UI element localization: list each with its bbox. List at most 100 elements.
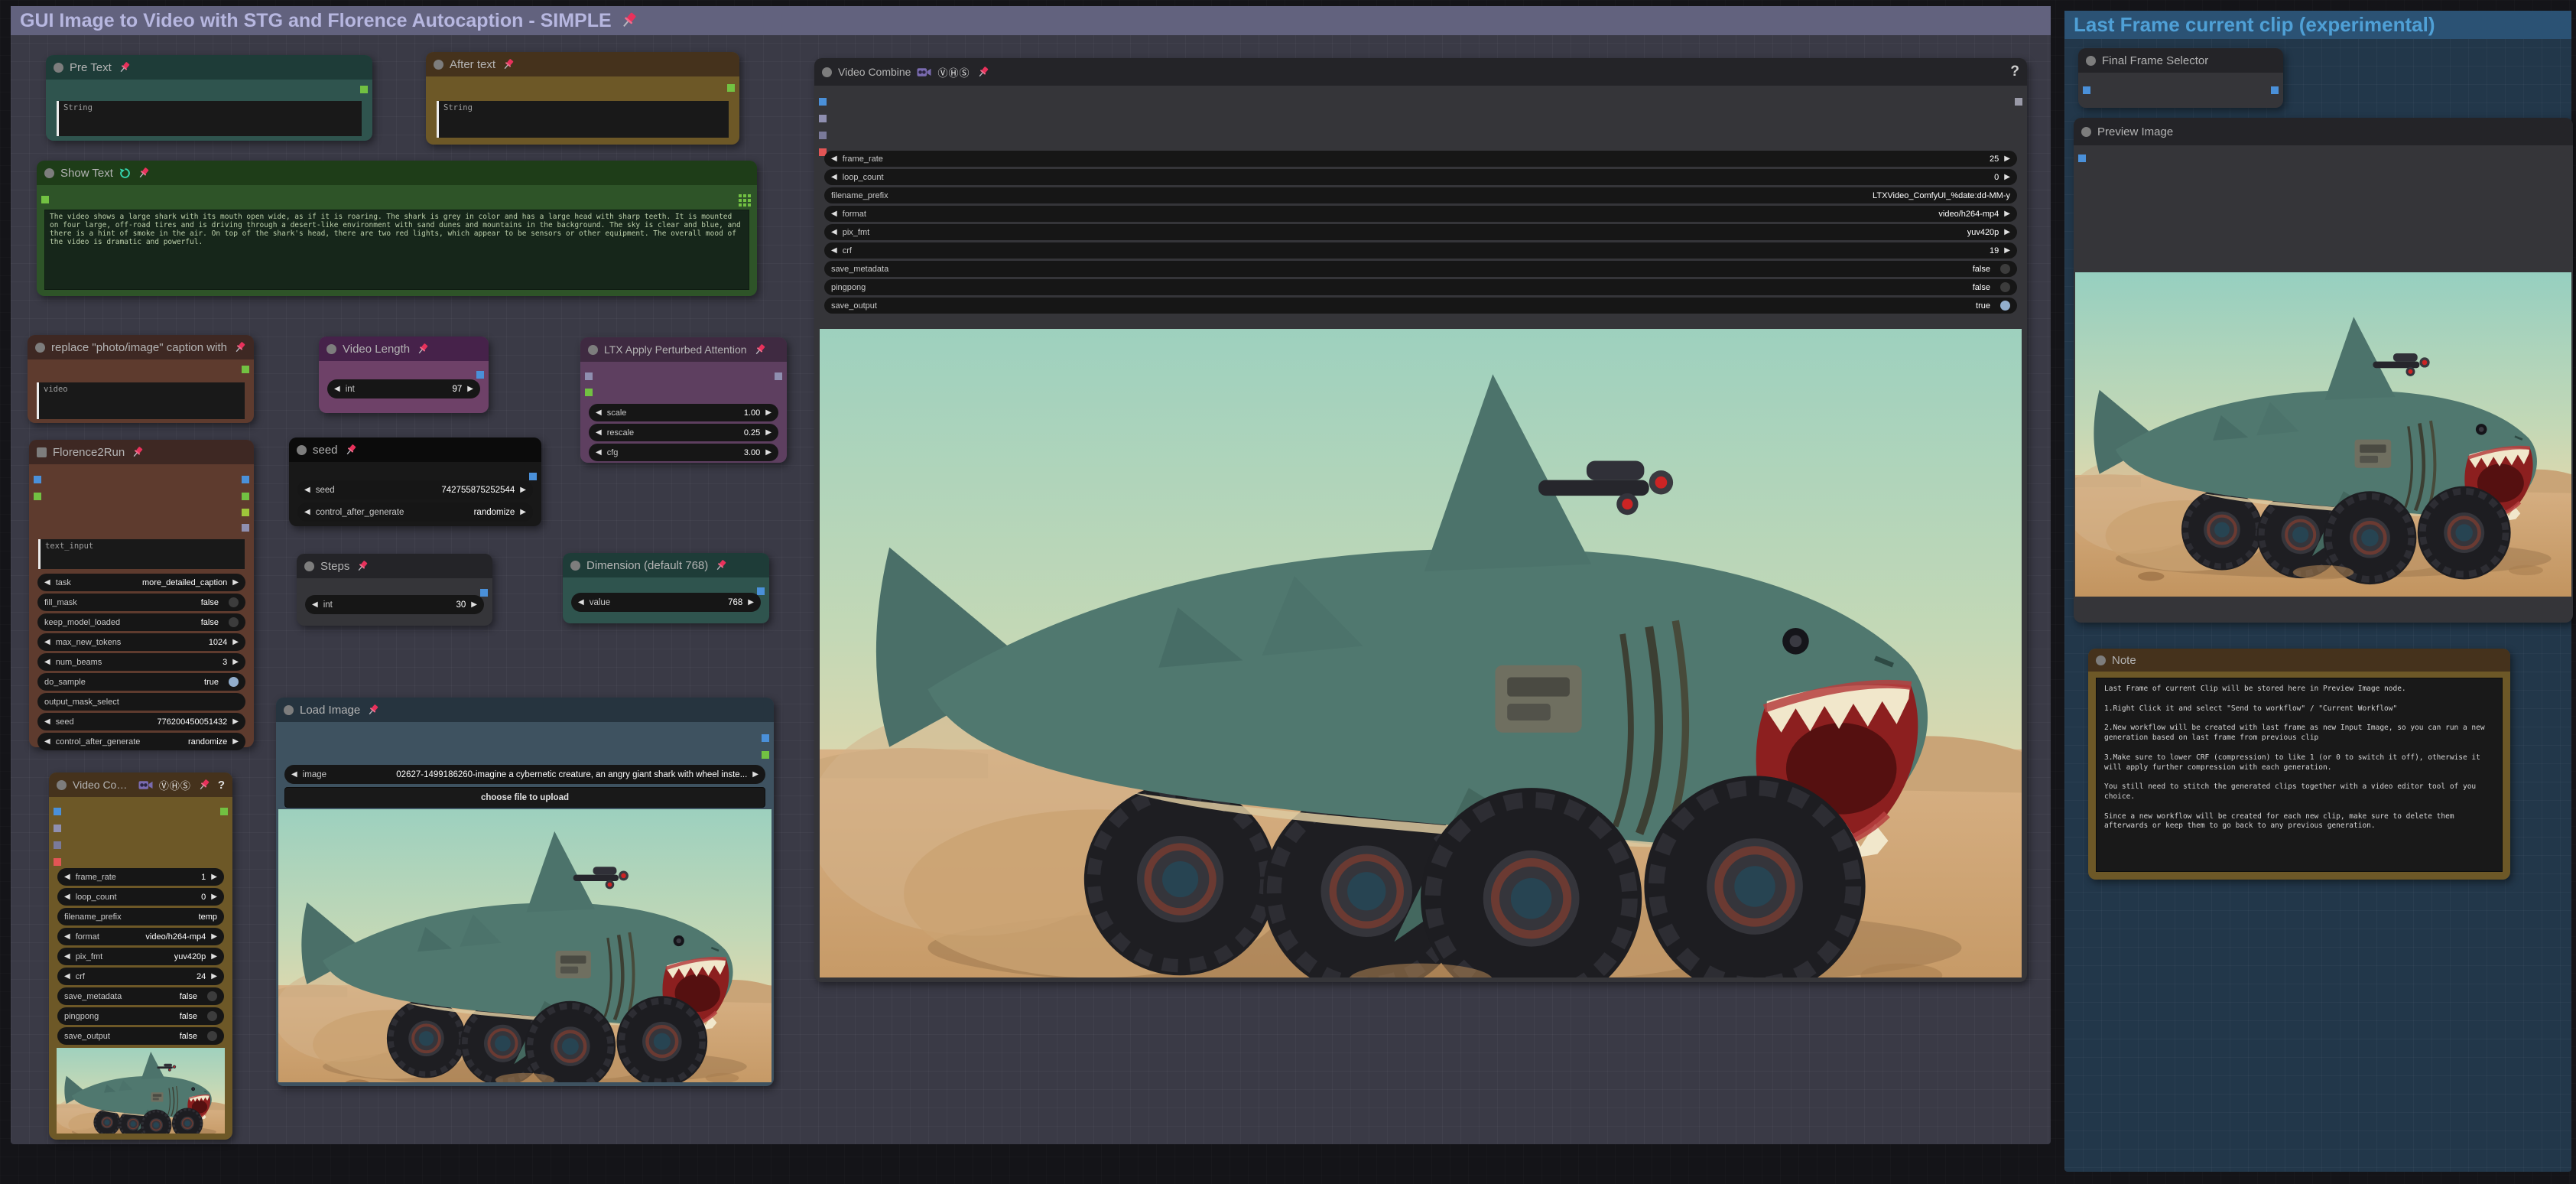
- collapse-dot[interactable]: [44, 168, 54, 178]
- input-slot-meta-batch[interactable]: [54, 841, 61, 849]
- stepper-left-arrow[interactable]: ◀: [596, 448, 602, 457]
- widget-int[interactable]: ◀int97▶: [327, 379, 480, 398]
- widget-pingpong[interactable]: pingpongfalse: [57, 1007, 224, 1025]
- input-slot-images[interactable]: [2078, 155, 2086, 162]
- node-note[interactable]: Note Last Frame of current Clip will be …: [2088, 649, 2510, 880]
- node-header[interactable]: Dimension (default 768): [563, 553, 769, 577]
- output-slot-model[interactable]: [775, 372, 782, 380]
- node-after-text[interactable]: After text String: [426, 52, 739, 145]
- widget-control-after-generate[interactable]: ◀control_after_generaterandomize▶: [297, 503, 533, 522]
- widget-pix-fmt[interactable]: ◀pix_fmtyuv420p▶: [57, 948, 224, 965]
- node-florence2run[interactable]: Florence2Run text_input ◀taskmore_detail…: [29, 440, 254, 747]
- widget-format[interactable]: ◀formatvideo/h264-mp4▶: [824, 206, 2017, 222]
- collapse-dot[interactable]: [57, 780, 67, 790]
- output-slot-image[interactable]: [2271, 86, 2279, 94]
- stepper-right-arrow[interactable]: ▶: [520, 486, 526, 494]
- last-frame-preview-image[interactable]: [2075, 272, 2571, 597]
- widget-control-after-generate[interactable]: ◀control_after_generaterandomize▶: [37, 733, 245, 750]
- widget-max-new-tokens[interactable]: ◀max_new_tokens1024▶: [37, 633, 245, 651]
- widget-loop-count[interactable]: ◀loop_count0▶: [824, 169, 2017, 185]
- node-video-combine-small[interactable]: Video Combine ⓋⒽⓈ ? ◀frame_rate1▶◀loop_c…: [49, 773, 232, 1140]
- stepper-left-arrow[interactable]: ◀: [64, 873, 70, 881]
- stepper-left-arrow[interactable]: ◀: [578, 598, 584, 607]
- stepper-right-arrow[interactable]: ▶: [752, 770, 759, 779]
- widget-fill-mask[interactable]: fill_maskfalse: [37, 594, 245, 611]
- stepper-right-arrow[interactable]: ▶: [232, 737, 239, 746]
- stepper-right-arrow[interactable]: ▶: [211, 932, 217, 941]
- stepper-right-arrow[interactable]: ▶: [2004, 246, 2010, 255]
- node-seed[interactable]: seed ◀seed742755875252544▶◀control_after…: [289, 437, 541, 526]
- toggle-dot[interactable]: [229, 597, 239, 607]
- input-slot-audio[interactable]: [819, 115, 827, 122]
- stepper-right-arrow[interactable]: ▶: [2004, 228, 2010, 236]
- widget-crf[interactable]: ◀crf19▶: [824, 242, 2017, 259]
- node-header[interactable]: LTX Apply Perturbed Attention: [580, 337, 787, 362]
- collapse-dot[interactable]: [284, 705, 294, 715]
- widget-keep-model-loaded[interactable]: keep_model_loadedfalse: [37, 613, 245, 631]
- node-header[interactable]: Pre Text: [46, 55, 372, 80]
- node-replace-caption[interactable]: replace "photo/image" caption with video: [28, 335, 254, 423]
- output-slot-filenames[interactable]: [220, 808, 228, 815]
- replace-text-input[interactable]: video: [37, 382, 245, 419]
- stepper-right-arrow[interactable]: ▶: [211, 893, 217, 901]
- stepper-right-arrow[interactable]: ▶: [232, 578, 239, 587]
- widget-rescale[interactable]: ◀rescale0.25▶: [589, 424, 778, 441]
- node-final-frame-selector[interactable]: Final Frame Selector: [2078, 48, 2283, 108]
- stepper-right-arrow[interactable]: ▶: [232, 638, 239, 646]
- output-slot-string[interactable]: [242, 366, 249, 373]
- widget-value[interactable]: ◀value768▶: [571, 593, 761, 612]
- node-ltx-apply-perturbed-attention[interactable]: LTX Apply Perturbed Attention ◀scale1.00…: [580, 337, 787, 463]
- input-slot-florence2-model[interactable]: [34, 493, 41, 500]
- choose-file-button[interactable]: choose file to upload: [284, 787, 765, 808]
- collapse-dot[interactable]: [326, 344, 336, 354]
- caption-output-text[interactable]: The video shows a large shark with its m…: [44, 210, 749, 290]
- collapse-dot[interactable]: [570, 561, 580, 571]
- output-slot-filenames[interactable]: [2015, 98, 2022, 106]
- toggle-dot[interactable]: [207, 991, 217, 1001]
- widget-frame-rate[interactable]: ◀frame_rate1▶: [57, 868, 224, 886]
- stepper-left-arrow[interactable]: ◀: [64, 893, 70, 901]
- stepper-right-arrow[interactable]: ▶: [2004, 155, 2010, 163]
- stepper-left-arrow[interactable]: ◀: [596, 428, 602, 437]
- node-header[interactable]: Steps: [297, 554, 492, 578]
- help-icon[interactable]: ?: [2010, 63, 2019, 80]
- stepper-left-arrow[interactable]: ◀: [44, 658, 50, 666]
- node-pre-text[interactable]: Pre Text String: [46, 55, 372, 141]
- input-slot-meta-batch[interactable]: [819, 132, 827, 139]
- input-slot-audio[interactable]: [54, 825, 61, 832]
- collapse-dot[interactable]: [2086, 56, 2096, 66]
- widget-save-metadata[interactable]: save_metadatafalse: [824, 261, 2017, 277]
- node-header[interactable]: Final Frame Selector: [2078, 48, 2283, 73]
- widget-do-sample[interactable]: do_sampletrue: [37, 673, 245, 691]
- stepper-right-arrow[interactable]: ▶: [765, 408, 772, 417]
- stepper-left-arrow[interactable]: ◀: [64, 952, 70, 961]
- stepper-left-arrow[interactable]: ◀: [312, 600, 318, 609]
- widget-loop-count[interactable]: ◀loop_count0▶: [57, 888, 224, 906]
- node-header[interactable]: Load Image: [276, 698, 774, 722]
- stepper-right-arrow[interactable]: ▶: [2004, 173, 2010, 181]
- stepper-right-arrow[interactable]: ▶: [211, 952, 217, 961]
- widget-save-output[interactable]: save_outputfalse: [57, 1027, 224, 1045]
- collapse-dot[interactable]: [434, 60, 443, 70]
- group-main-title-bar[interactable]: GUI Image to Video with STG and Florence…: [11, 6, 2051, 35]
- widget-seed[interactable]: ◀seed776200450051432▶: [37, 713, 245, 730]
- stepper-left-arrow[interactable]: ◀: [831, 155, 837, 163]
- widget-frame-rate[interactable]: ◀frame_rate25▶: [824, 151, 2017, 167]
- node-preview-image[interactable]: Preview Image: [2074, 118, 2573, 623]
- pre-text-input[interactable]: String: [57, 101, 362, 136]
- collapse-dot[interactable]: [2081, 127, 2091, 137]
- group-right-title-bar[interactable]: Last Frame current clip (experimental): [2064, 11, 2571, 39]
- stepper-left-arrow[interactable]: ◀: [44, 737, 50, 746]
- toggle-dot[interactable]: [2000, 264, 2010, 274]
- widget-pingpong[interactable]: pingpongfalse: [824, 279, 2017, 295]
- widget-filename-prefix[interactable]: filename_prefixtemp: [57, 908, 224, 925]
- node-header[interactable]: Video Length: [319, 337, 489, 361]
- widget-pix-fmt[interactable]: ◀pix_fmtyuv420p▶: [824, 224, 2017, 240]
- stepper-right-arrow[interactable]: ▶: [232, 717, 239, 726]
- stepper-right-arrow[interactable]: ▶: [211, 972, 217, 981]
- toggle-dot[interactable]: [2000, 282, 2010, 292]
- help-icon[interactable]: ?: [218, 779, 225, 792]
- stepper-left-arrow[interactable]: ◀: [596, 408, 602, 417]
- stepper-left-arrow[interactable]: ◀: [831, 246, 837, 255]
- collapse-dot[interactable]: [37, 447, 47, 457]
